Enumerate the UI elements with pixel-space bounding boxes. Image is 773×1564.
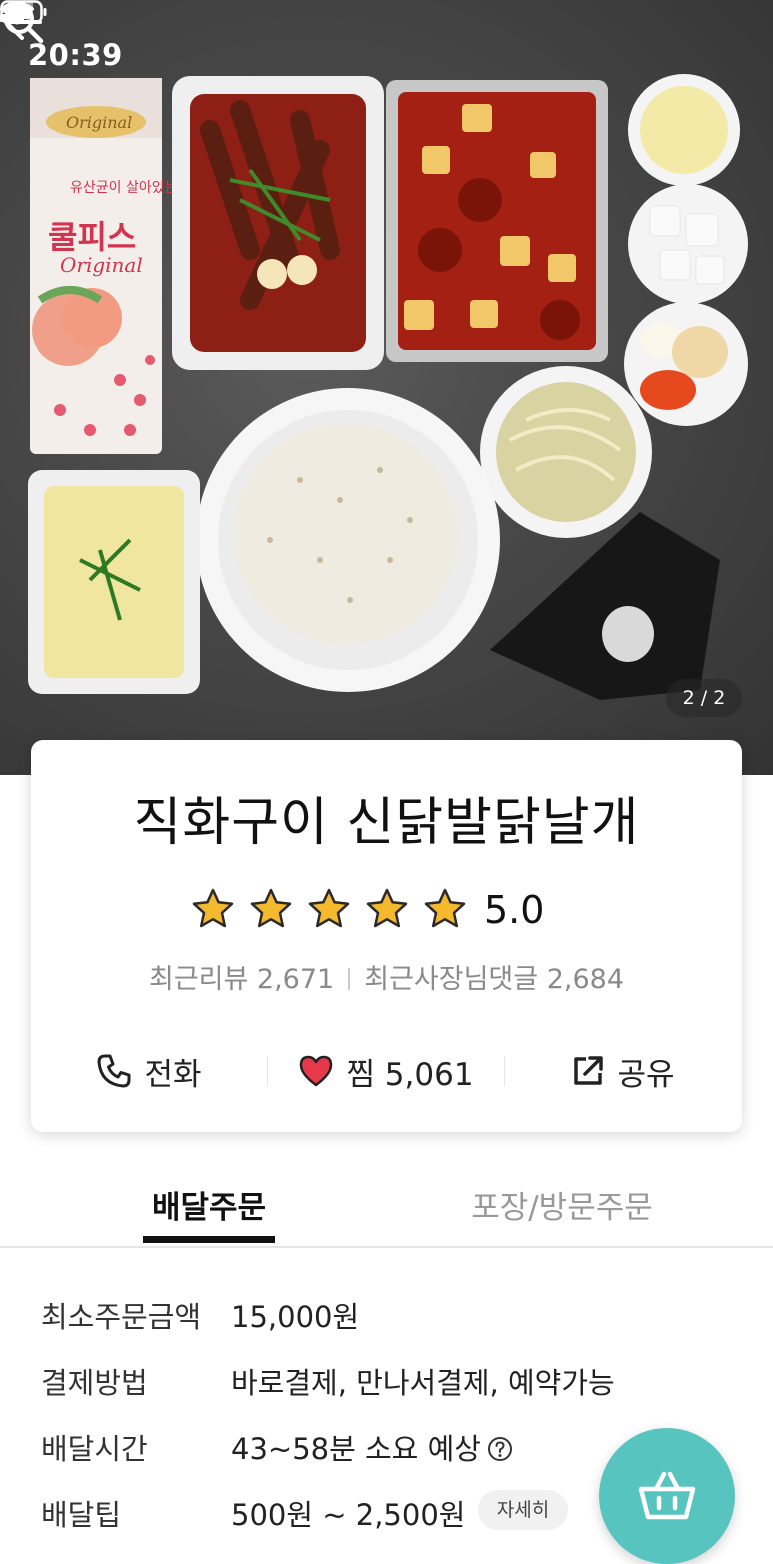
heart-icon <box>300 1055 333 1087</box>
review-separator <box>348 968 351 990</box>
star-icon <box>366 888 408 928</box>
search-icon[interactable] <box>0 0 46 46</box>
call-label: 전화 <box>144 1056 202 1093</box>
call-button[interactable]: 전화 <box>31 1040 267 1102</box>
basket-icon <box>638 1471 696 1520</box>
order-type-tabs: 배달주문 포장/방문주문 <box>0 1160 773 1248</box>
rating-stars <box>191 887 467 931</box>
active-tab-indicator <box>143 1236 275 1243</box>
recent-review-count[interactable]: 최근리뷰 2,671 <box>149 964 334 995</box>
seaweed-pack <box>490 512 720 700</box>
review-counts: 최근리뷰 2,671 최근사장님댓글 2,684 <box>0 957 773 996</box>
info-label: 최소주문금액 <box>41 1300 202 1334</box>
delivery-tip-detail-button[interactable]: 자세히 <box>478 1490 568 1530</box>
share-label: 공유 <box>617 1056 675 1093</box>
share-button[interactable]: 공유 <box>505 1040 741 1102</box>
bean-sprouts-bowl <box>480 366 652 538</box>
store-photo[interactable]: 쿨피스 Original Original 유산균이 살아있는 20:39 2 … <box>0 0 773 775</box>
favorite-button[interactable]: 찜 5,061 <box>268 1040 504 1102</box>
info-value: 500원 ~ 2,500원 <box>231 1498 466 1532</box>
cart-button[interactable] <box>599 1428 735 1564</box>
rating-value: 5.0 <box>484 888 545 932</box>
info-label: 배달시간 <box>41 1432 148 1466</box>
info-label: 결제방법 <box>41 1366 148 1400</box>
help-icon[interactable] <box>487 1436 513 1462</box>
milk-top-text: Original <box>66 113 132 132</box>
info-value: 바로결제, 만나서결제, 예약가능 <box>231 1366 615 1400</box>
info-value: 15,000원 <box>231 1300 360 1334</box>
tab-delivery[interactable]: 배달주문 <box>143 1182 275 1227</box>
tab-takeout[interactable]: 포장/방문주문 <box>452 1182 672 1227</box>
star-icon <box>424 888 466 928</box>
store-actions: 전화 찜 5,061 공유 <box>31 1040 742 1102</box>
star-icon <box>192 888 234 928</box>
share-icon <box>574 1056 604 1085</box>
status-bar: 20:39 <box>0 0 773 110</box>
star-icon <box>308 888 350 928</box>
side-bowls <box>624 74 748 426</box>
favorite-label: 찜 5,061 <box>346 1056 474 1093</box>
rice-bowl <box>196 388 500 692</box>
info-value-wrap: 43~58분 소요 예상 <box>231 1426 513 1468</box>
steamed-egg <box>28 470 200 694</box>
milk-note-text: 유산균이 살아있는 <box>70 180 178 196</box>
milk-carton: 쿨피스 Original Original 유산균이 살아있는 <box>30 78 178 454</box>
owner-reply-count[interactable]: 최근사장님댓글 2,684 <box>364 964 624 995</box>
food-photo-illustration: 쿨피스 Original Original 유산균이 살아있는 <box>28 74 748 700</box>
spicy-chicken-tray <box>386 80 608 362</box>
store-name: 직화구이 신닭발닭날개 <box>133 793 640 853</box>
photo-page-indicator: 2 / 2 <box>666 679 742 717</box>
phone-icon <box>97 1054 131 1088</box>
milk-brand-text: 쿨피스 <box>48 218 136 256</box>
chicken-feet-stew <box>172 76 384 370</box>
milk-sub-text: Original <box>60 253 143 277</box>
info-label: 배달팁 <box>41 1498 122 1532</box>
info-value: 43~58분 소요 예상 <box>231 1432 481 1466</box>
star-icon <box>250 888 292 928</box>
